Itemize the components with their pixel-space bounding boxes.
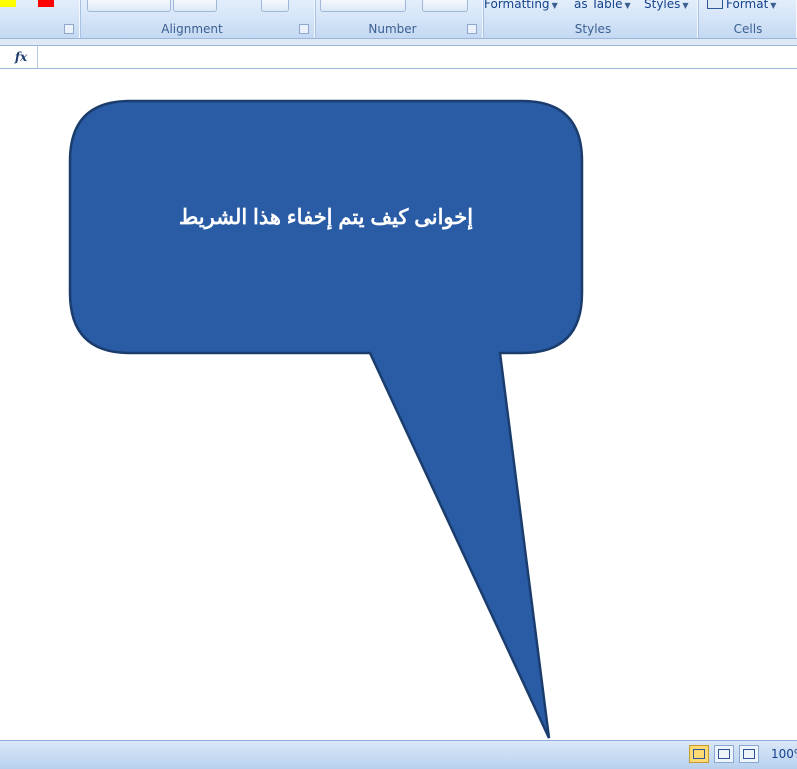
status-bar: 100% <box>0 740 797 769</box>
zoom-level[interactable]: 100% <box>771 747 797 761</box>
page-break-view-button[interactable] <box>739 745 759 763</box>
callout-text: إخوانى كيف يتم إخفاء هذا الشريط <box>178 206 474 229</box>
page-break-view-icon <box>743 749 755 759</box>
normal-view-button[interactable] <box>689 745 709 763</box>
normal-view-icon <box>693 749 705 759</box>
callout-bubble-path <box>68 99 584 739</box>
page-layout-view-icon <box>718 749 730 759</box>
callout-shape[interactable] <box>0 0 797 768</box>
page-layout-view-button[interactable] <box>714 745 734 763</box>
